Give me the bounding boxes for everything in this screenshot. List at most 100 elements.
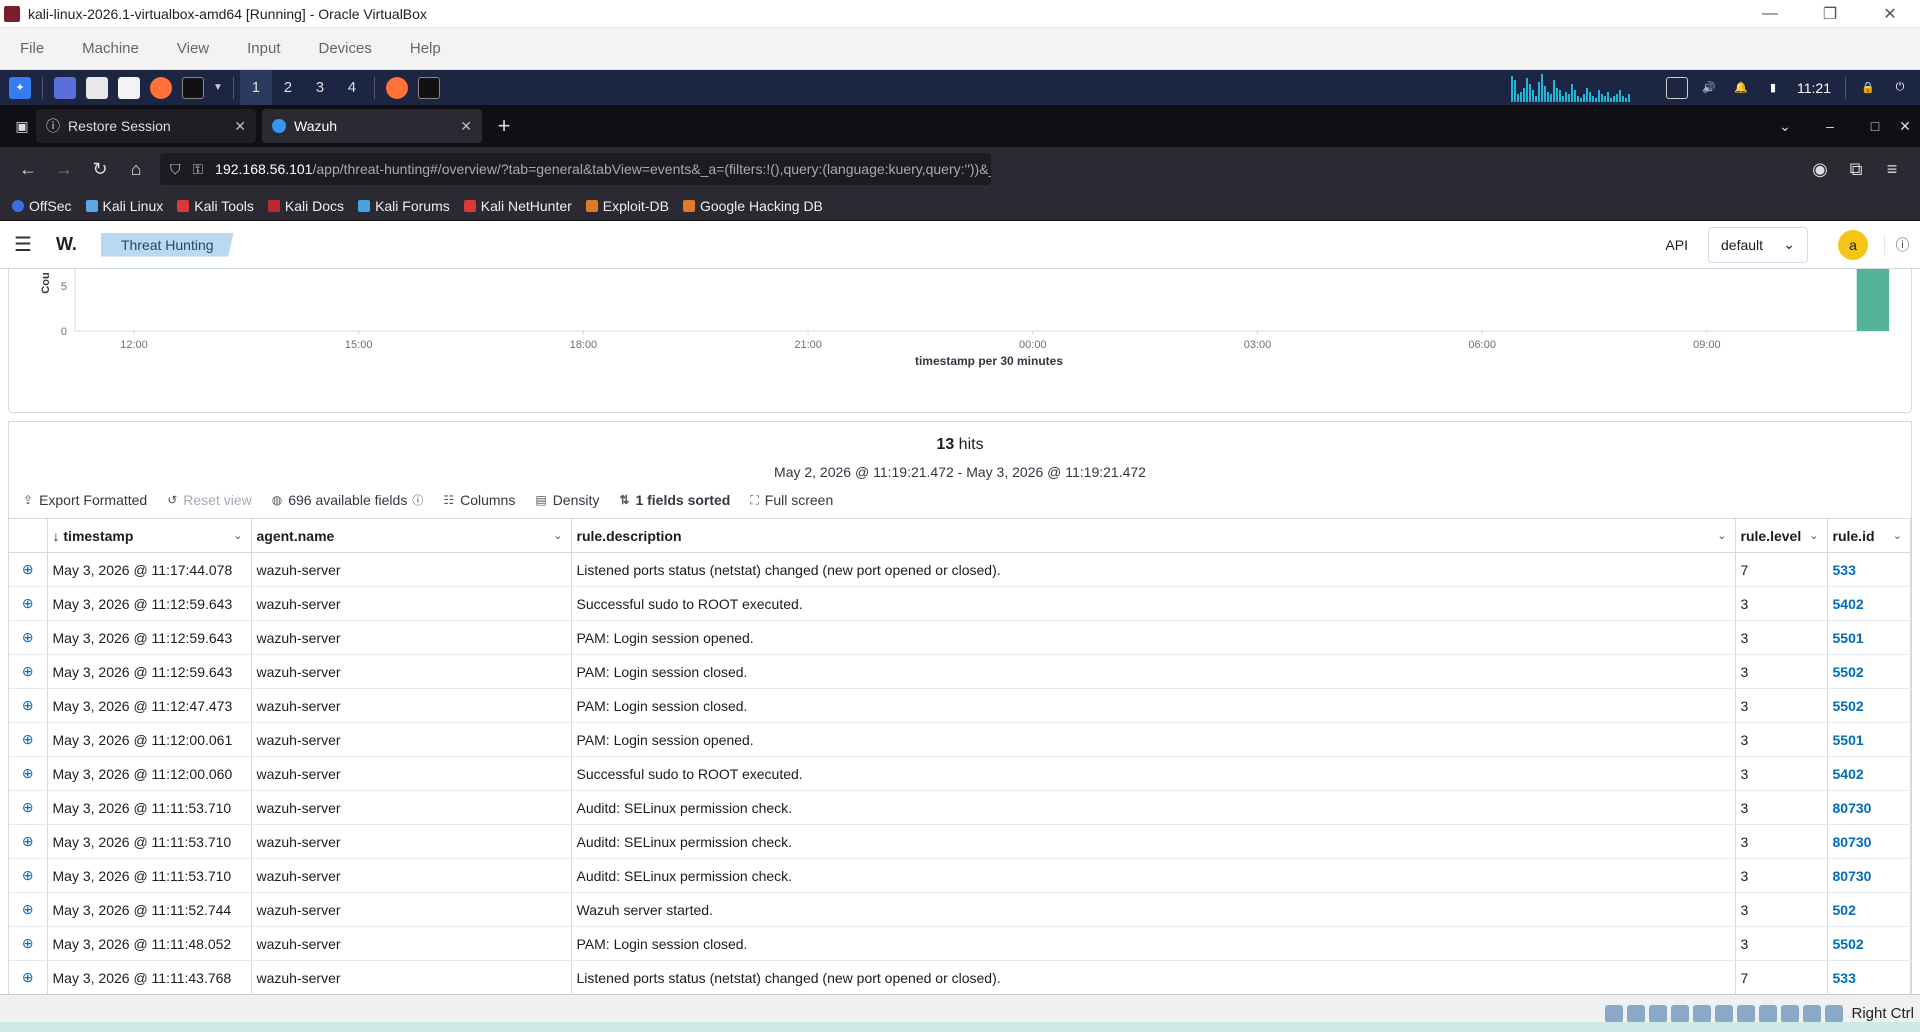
workspace-3[interactable]: 3 xyxy=(304,79,336,96)
wazuh-logo[interactable]: W. xyxy=(56,234,77,255)
battery-icon[interactable]: ▮ xyxy=(1762,77,1784,99)
sort-arrow-icon[interactable]: ↓ xyxy=(53,528,60,544)
back-icon[interactable]: ← xyxy=(10,159,46,180)
browser-close-button[interactable]: ✕ xyxy=(1890,118,1920,135)
available-fields-button[interactable]: ◍ 696 available fields ⓘ xyxy=(272,492,424,508)
show-desktop-icon[interactable] xyxy=(54,76,76,99)
tab-wazuh[interactable]: Wazuh ✕ xyxy=(262,109,482,143)
optical-drive-icon[interactable] xyxy=(1627,1004,1646,1023)
audio-icon[interactable] xyxy=(1649,1004,1668,1023)
expand-row-icon[interactable]: ⊕ xyxy=(9,892,48,927)
bookmark-kali-nethunter[interactable]: Kali NetHunter xyxy=(463,198,572,214)
chevron-down-icon[interactable]: ⌄ xyxy=(1717,529,1726,542)
shield-icon[interactable]: ⛉ xyxy=(170,161,181,178)
sort-fields-button[interactable]: ⇅ 1 fields sorted xyxy=(619,492,730,508)
cell-rule-id-link[interactable]: 5402 xyxy=(1827,756,1911,791)
cell-rule-id-link[interactable]: 5502 xyxy=(1827,688,1911,723)
panel-clock[interactable]: 11:21 xyxy=(1797,80,1831,96)
expand-row-icon[interactable]: ⊕ xyxy=(9,620,48,655)
reload-icon[interactable]: ↻ xyxy=(82,159,118,180)
browser-minimize-button[interactable]: – xyxy=(1800,118,1860,134)
cell-rule-id-link[interactable]: 5501 xyxy=(1827,722,1911,757)
cell-rule-id-link[interactable]: 502 xyxy=(1827,892,1911,927)
account-icon[interactable]: ◉ xyxy=(1802,159,1838,180)
tab-restore-session[interactable]: ⓘ Restore Session ✕ xyxy=(36,109,256,143)
menu-help[interactable]: Help xyxy=(410,40,441,57)
menu-input[interactable]: Input xyxy=(247,40,280,57)
lock-icon[interactable]: 🔒 xyxy=(1857,77,1879,99)
expand-row-icon[interactable]: ⊕ xyxy=(9,722,48,757)
minimize-button[interactable]: — xyxy=(1740,5,1800,23)
chevron-down-icon[interactable]: ⌄ xyxy=(1893,529,1902,542)
column-header-rule-level[interactable]: rule.level ⌄ xyxy=(1735,518,1828,553)
terminal-window-icon[interactable] xyxy=(417,76,440,99)
cell-rule-id-link[interactable]: 5502 xyxy=(1827,654,1911,689)
cell-rule-id-link[interactable]: 80730 xyxy=(1827,858,1911,893)
workspace-1[interactable]: 1 xyxy=(239,70,272,105)
chevron-down-icon[interactable]: ⌄ xyxy=(1809,529,1818,542)
extensions-icon[interactable]: ⧉ xyxy=(1838,159,1874,180)
bookmark-kali-tools[interactable]: Kali Tools xyxy=(177,198,254,214)
shared-folders-icon[interactable] xyxy=(1715,1004,1734,1023)
lock-icon[interactable]: ⚿ xyxy=(193,161,204,178)
workspace-2[interactable]: 2 xyxy=(272,79,304,96)
columns-button[interactable]: ☷ Columns xyxy=(443,492,515,508)
menu-machine[interactable]: Machine xyxy=(82,40,139,57)
hamburger-menu-icon[interactable]: ☰ xyxy=(14,232,32,257)
browser-maximize-button[interactable]: □ xyxy=(1860,118,1890,134)
home-icon[interactable]: ⌂ xyxy=(118,159,154,180)
density-button[interactable]: ▤ Density xyxy=(535,492,599,508)
display-icon[interactable] xyxy=(1666,76,1688,99)
firefox-launcher-icon[interactable] xyxy=(150,76,172,99)
display-icon[interactable] xyxy=(1737,1004,1756,1023)
app-menu-icon[interactable]: ≡ xyxy=(1874,159,1910,180)
tab-close-icon[interactable]: ✕ xyxy=(460,118,472,135)
cell-rule-id-link[interactable]: 533 xyxy=(1827,552,1911,587)
expand-row-icon[interactable]: ⊕ xyxy=(9,926,48,961)
keyboard-icon[interactable] xyxy=(1825,1004,1844,1023)
expand-row-icon[interactable]: ⊕ xyxy=(9,824,48,859)
expand-row-icon[interactable]: ⊕ xyxy=(9,586,48,621)
column-header-rule-id[interactable]: rule.id ⌄ xyxy=(1827,518,1911,553)
restore-button[interactable]: ❐ xyxy=(1800,4,1860,24)
cell-rule-id-link[interactable]: 5501 xyxy=(1827,620,1911,655)
new-tab-button[interactable]: + xyxy=(488,113,520,139)
column-header-timestamp[interactable]: ↓ timestamp ⌄ xyxy=(47,518,252,553)
expand-row-icon[interactable]: ⊕ xyxy=(9,756,48,791)
column-header-rule-description[interactable]: rule.description ⌄ xyxy=(571,518,1736,553)
notification-bell-icon[interactable]: 🔔 xyxy=(1730,77,1752,99)
bookmark-kali-docs[interactable]: Kali Docs xyxy=(267,198,344,214)
cell-rule-id-link[interactable]: 5402 xyxy=(1827,586,1911,621)
usb-icon[interactable] xyxy=(1693,1004,1712,1023)
bookmark-kali-forums[interactable]: Kali Forums xyxy=(358,198,450,214)
expand-row-icon[interactable]: ⊕ xyxy=(9,790,48,825)
help-icon[interactable]: ⓘ xyxy=(1884,234,1920,255)
chevron-down-icon[interactable]: ⌄ xyxy=(233,529,242,542)
forward-icon[interactable]: → xyxy=(46,159,82,180)
menu-view[interactable]: View xyxy=(177,40,209,57)
menu-devices[interactable]: Devices xyxy=(319,40,372,57)
chevron-down-icon[interactable]: ▼ xyxy=(213,82,223,93)
expand-row-icon[interactable]: ⊕ xyxy=(9,552,48,587)
mouse-integration-icon[interactable] xyxy=(1803,1004,1822,1023)
bookmark-kali-linux[interactable]: Kali Linux xyxy=(85,198,163,214)
export-formatted-button[interactable]: ⇪ Export Formatted xyxy=(23,492,147,508)
bookmark-exploit-db[interactable]: Exploit-DB xyxy=(585,198,669,214)
hard-disk-icon[interactable] xyxy=(1605,1004,1624,1023)
text-editor-icon[interactable] xyxy=(118,76,140,99)
bookmark-offsec[interactable]: OffSec xyxy=(12,198,72,214)
firefox-window-icon[interactable] xyxy=(385,76,408,99)
close-button[interactable]: ✕ xyxy=(1860,4,1920,24)
column-header-agent-name[interactable]: agent.name ⌄ xyxy=(251,518,572,553)
power-icon[interactable]: ⏻ xyxy=(1889,77,1911,99)
recording-icon[interactable] xyxy=(1759,1004,1778,1023)
expand-row-icon[interactable]: ⊕ xyxy=(9,858,48,893)
kali-menu-icon[interactable]: ✦ xyxy=(9,76,31,99)
expand-row-icon[interactable]: ⊕ xyxy=(9,960,48,995)
volume-icon[interactable]: 🔊 xyxy=(1698,77,1720,99)
url-bar[interactable]: ⛉ ⚿ 192.168.56.101/app/threat-hunting#/o… xyxy=(160,153,991,185)
terminal-launcher-icon[interactable] xyxy=(182,76,204,99)
menu-file[interactable]: File xyxy=(20,40,44,57)
bookmark-google-hacking-db[interactable]: Google Hacking DB xyxy=(682,198,823,214)
file-manager-icon[interactable] xyxy=(86,76,108,99)
